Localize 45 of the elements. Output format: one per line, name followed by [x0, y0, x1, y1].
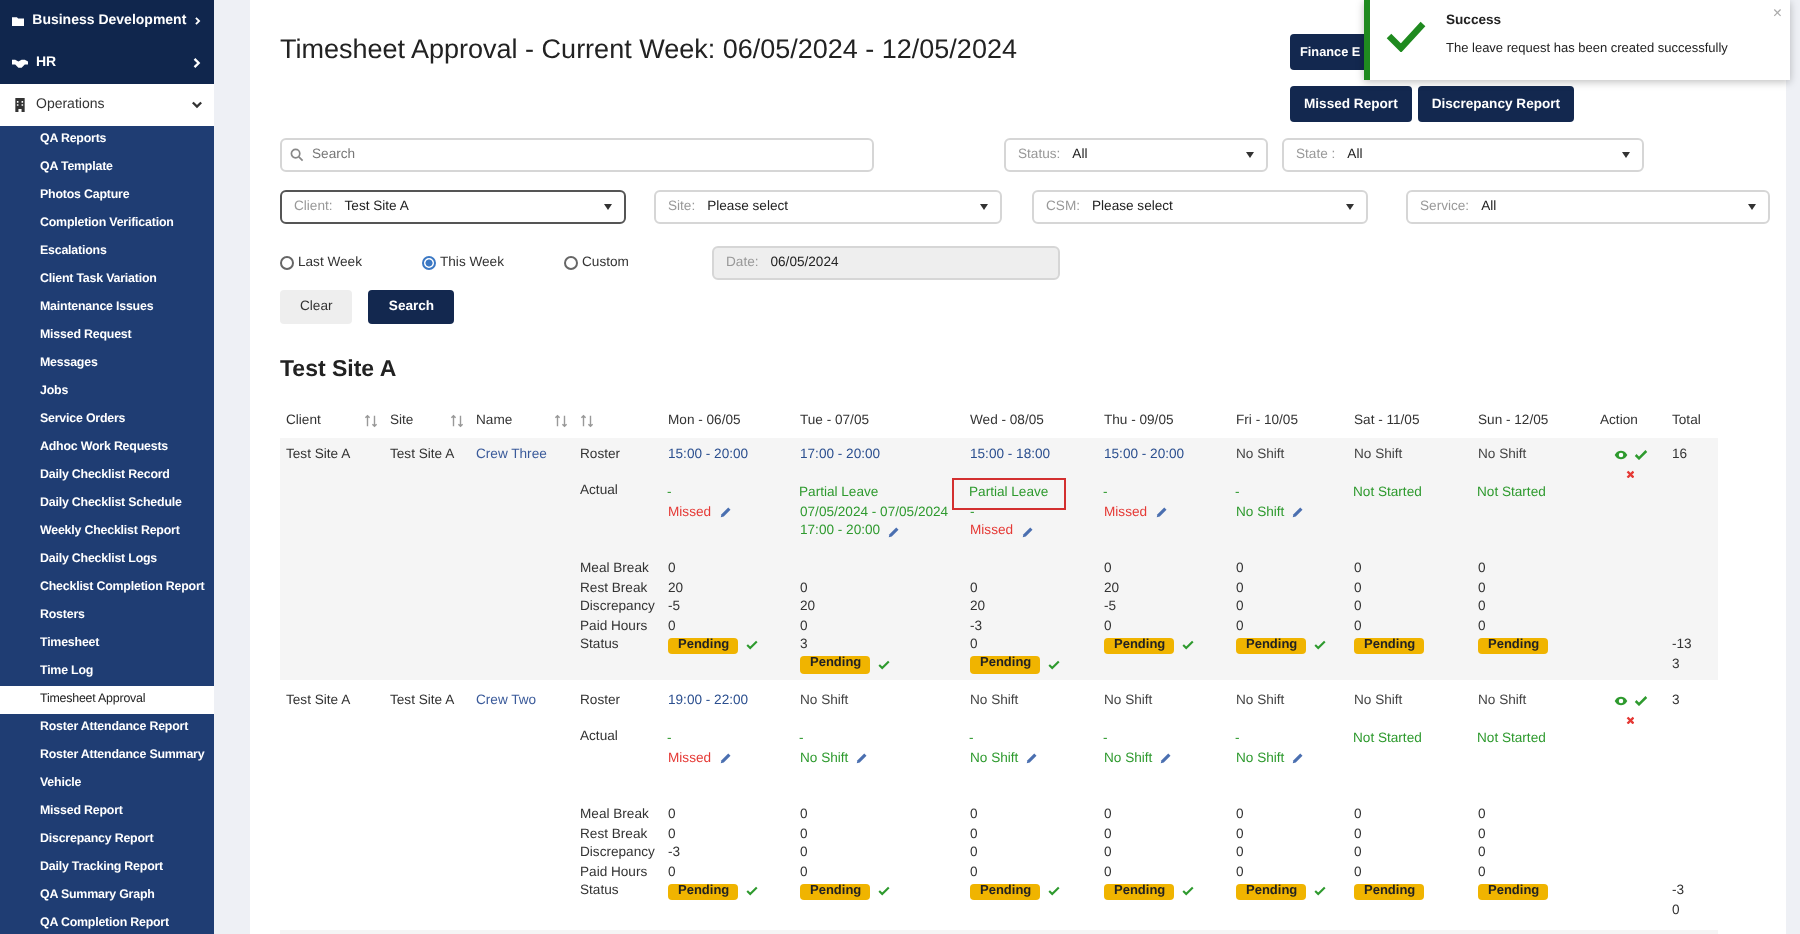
chevron-icon [192, 100, 202, 110]
check-icon[interactable] [1633, 696, 1647, 707]
caret-icon [1346, 204, 1354, 210]
sort-icon[interactable] [554, 413, 568, 427]
pencil-icon[interactable] [1292, 506, 1305, 519]
search-icon [290, 148, 304, 162]
check-icon[interactable] [1633, 450, 1647, 461]
sort-icon[interactable] [580, 413, 594, 427]
chevron-icon [194, 16, 202, 26]
caret-icon [1246, 152, 1254, 158]
eye-icon[interactable] [1613, 450, 1627, 461]
sort-icon[interactable] [364, 413, 378, 427]
chevron-icon [192, 58, 202, 68]
pencil-icon[interactable] [719, 752, 732, 765]
close-icon[interactable] [1625, 715, 1635, 724]
pencil-icon[interactable] [719, 506, 732, 519]
pencil-icon[interactable] [888, 525, 901, 538]
close-icon[interactable] [1625, 469, 1635, 478]
site-heading: Test Site A [280, 358, 399, 386]
pencil-icon[interactable] [1160, 752, 1173, 765]
folder-icon [12, 14, 25, 28]
check-icon[interactable] [1182, 640, 1194, 651]
check-icon[interactable] [878, 659, 890, 670]
pencil-icon[interactable] [1021, 525, 1034, 538]
caret-icon [1622, 152, 1630, 158]
check-icon[interactable] [1182, 886, 1194, 897]
check-icon[interactable] [1048, 659, 1060, 670]
check-icon[interactable] [1314, 640, 1326, 651]
building-icon [12, 98, 28, 112]
sort-icon[interactable] [450, 413, 464, 427]
caret-icon [980, 204, 988, 210]
eye-icon[interactable] [1613, 696, 1627, 707]
pencil-icon[interactable] [1292, 752, 1305, 765]
pencil-icon[interactable] [1155, 506, 1168, 519]
check-icon[interactable] [746, 886, 758, 897]
check-icon [1386, 20, 1426, 52]
check-icon[interactable] [878, 886, 890, 897]
pencil-icon[interactable] [856, 752, 869, 765]
caret-icon [1748, 204, 1756, 210]
page-title: Timesheet Approval - Current Week: 06/05/2024 - 12/05/2024 [280, 34, 1019, 68]
check-icon[interactable] [746, 640, 758, 651]
check-icon[interactable] [1314, 886, 1326, 897]
check-icon[interactable] [1048, 886, 1060, 897]
pencil-icon[interactable] [1026, 752, 1039, 765]
caret-icon [604, 204, 612, 210]
